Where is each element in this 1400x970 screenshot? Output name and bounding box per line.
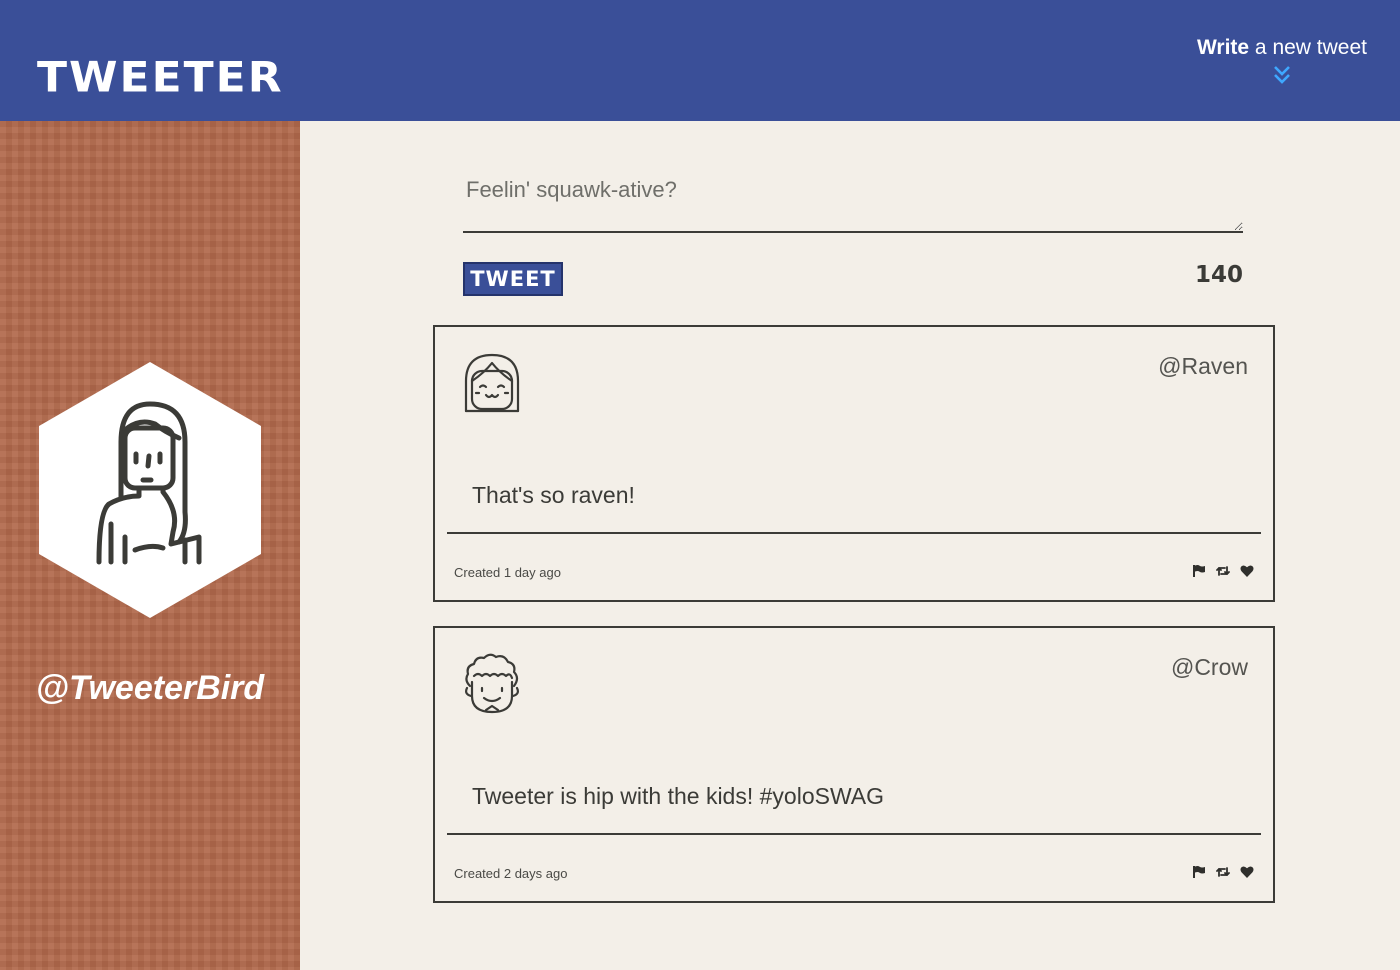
tweet-card: @Crow Tweeter is hip with the kids! #yol…	[433, 626, 1275, 903]
tweet-actions	[1192, 865, 1254, 879]
tweet-card: @Raven That's so raven! Created 1 day ag…	[433, 325, 1275, 602]
tweet-author-handle[interactable]: @Crow	[1171, 654, 1248, 681]
curly-hair-boy-avatar-icon	[465, 653, 519, 714]
retweet-icon[interactable]	[1216, 564, 1230, 578]
character-counter: 140	[1194, 262, 1243, 288]
new-tweet-form: TWEET 140	[463, 169, 1243, 296]
heart-icon[interactable]	[1240, 865, 1254, 879]
double-chevron-down-icon[interactable]	[1271, 64, 1293, 86]
main-content: TWEET 140 @Raven That's so raven! Create…	[300, 121, 1400, 970]
top-nav-bar: TWEETER Write a new tweet	[0, 0, 1400, 121]
tweet-text-input[interactable]	[463, 169, 1243, 233]
flag-icon[interactable]	[1192, 865, 1206, 879]
app-logo: TWEETER	[37, 53, 284, 102]
tweet-timestamp: Created 1 day ago	[454, 565, 561, 580]
tweet-timestamp: Created 2 days ago	[454, 866, 568, 881]
profile-avatar	[39, 362, 261, 618]
profile-handle: @TweeterBird	[35, 669, 265, 707]
write-new-tweet-rest[interactable]: a new tweet	[1249, 36, 1367, 59]
tweet-divider	[447, 532, 1261, 534]
tweet-actions	[1192, 564, 1254, 578]
flag-icon[interactable]	[1192, 564, 1206, 578]
tweet-divider	[447, 833, 1261, 835]
tweet-submit-button[interactable]: TWEET	[463, 262, 563, 296]
tweet-content: Tweeter is hip with the kids! #yoloSWAG	[472, 783, 885, 809]
tweet-author-handle[interactable]: @Raven	[1158, 353, 1248, 380]
profile-sidebar: @TweeterBird	[0, 121, 300, 970]
tweet-content: That's so raven!	[472, 482, 635, 508]
retweet-icon[interactable]	[1216, 865, 1230, 879]
write-new-tweet-bold[interactable]: Write	[1197, 36, 1249, 59]
heart-icon[interactable]	[1240, 564, 1254, 578]
write-new-tweet-toggle[interactable]: Write a new tweet	[1197, 36, 1367, 86]
smiling-girl-avatar-icon	[464, 353, 520, 413]
write-new-tweet-label[interactable]: Write a new tweet	[1197, 36, 1367, 60]
